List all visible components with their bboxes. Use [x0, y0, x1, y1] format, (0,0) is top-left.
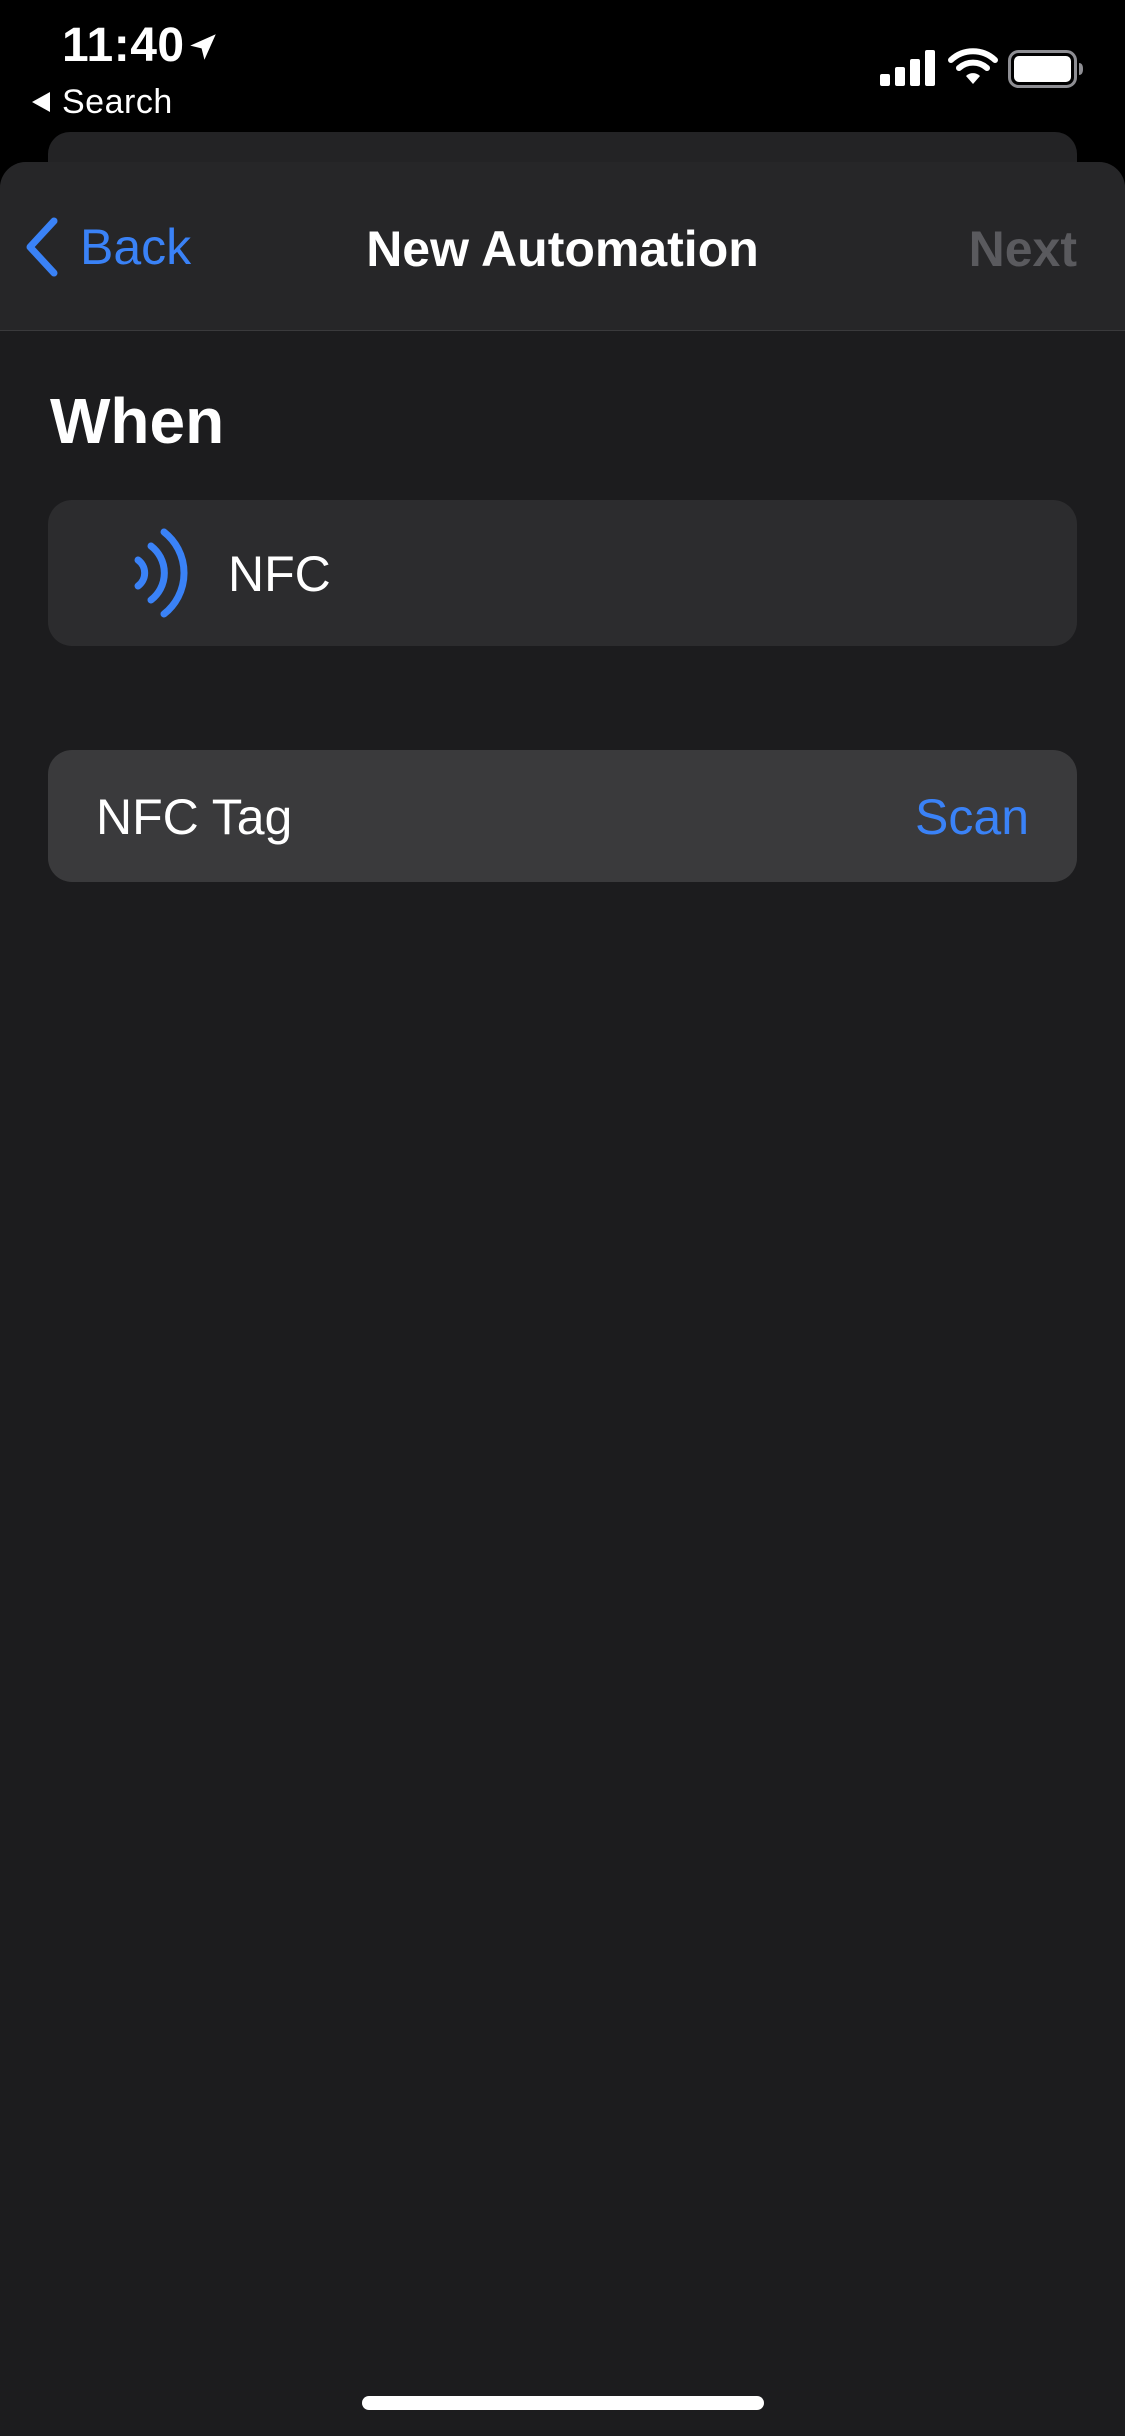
back-triangle-icon — [32, 92, 50, 112]
nfc-tag-row: NFC Tag Scan — [48, 750, 1077, 882]
automation-sheet: Back New Automation Next When NFC NFC Ta… — [0, 162, 1125, 2436]
page-title: New Automation — [366, 221, 759, 277]
status-bar: 11:40 Search — [0, 0, 1125, 130]
battery-icon — [1008, 50, 1083, 88]
cellular-signal-icon — [880, 50, 935, 86]
back-to-app-link[interactable]: Search — [30, 82, 173, 122]
nfc-tag-label: NFC Tag — [96, 789, 293, 845]
home-indicator[interactable] — [362, 2396, 764, 2410]
trigger-label: NFC — [228, 546, 331, 602]
back-to-app-label: Search — [62, 82, 173, 121]
scan-button[interactable]: Scan — [915, 788, 1029, 846]
wifi-icon — [948, 48, 998, 84]
nfc-icon — [134, 528, 188, 618]
location-arrow-icon — [190, 34, 216, 60]
section-heading-when: When — [50, 385, 225, 457]
status-time: 11:40 — [62, 19, 185, 72]
screen: 11:40 Search Back New Automation Next Wh… — [0, 0, 1125, 2436]
trigger-card[interactable]: NFC — [48, 500, 1077, 646]
next-button[interactable]: Next — [969, 220, 1077, 278]
navigation-bar: Back New Automation Next — [0, 162, 1125, 331]
